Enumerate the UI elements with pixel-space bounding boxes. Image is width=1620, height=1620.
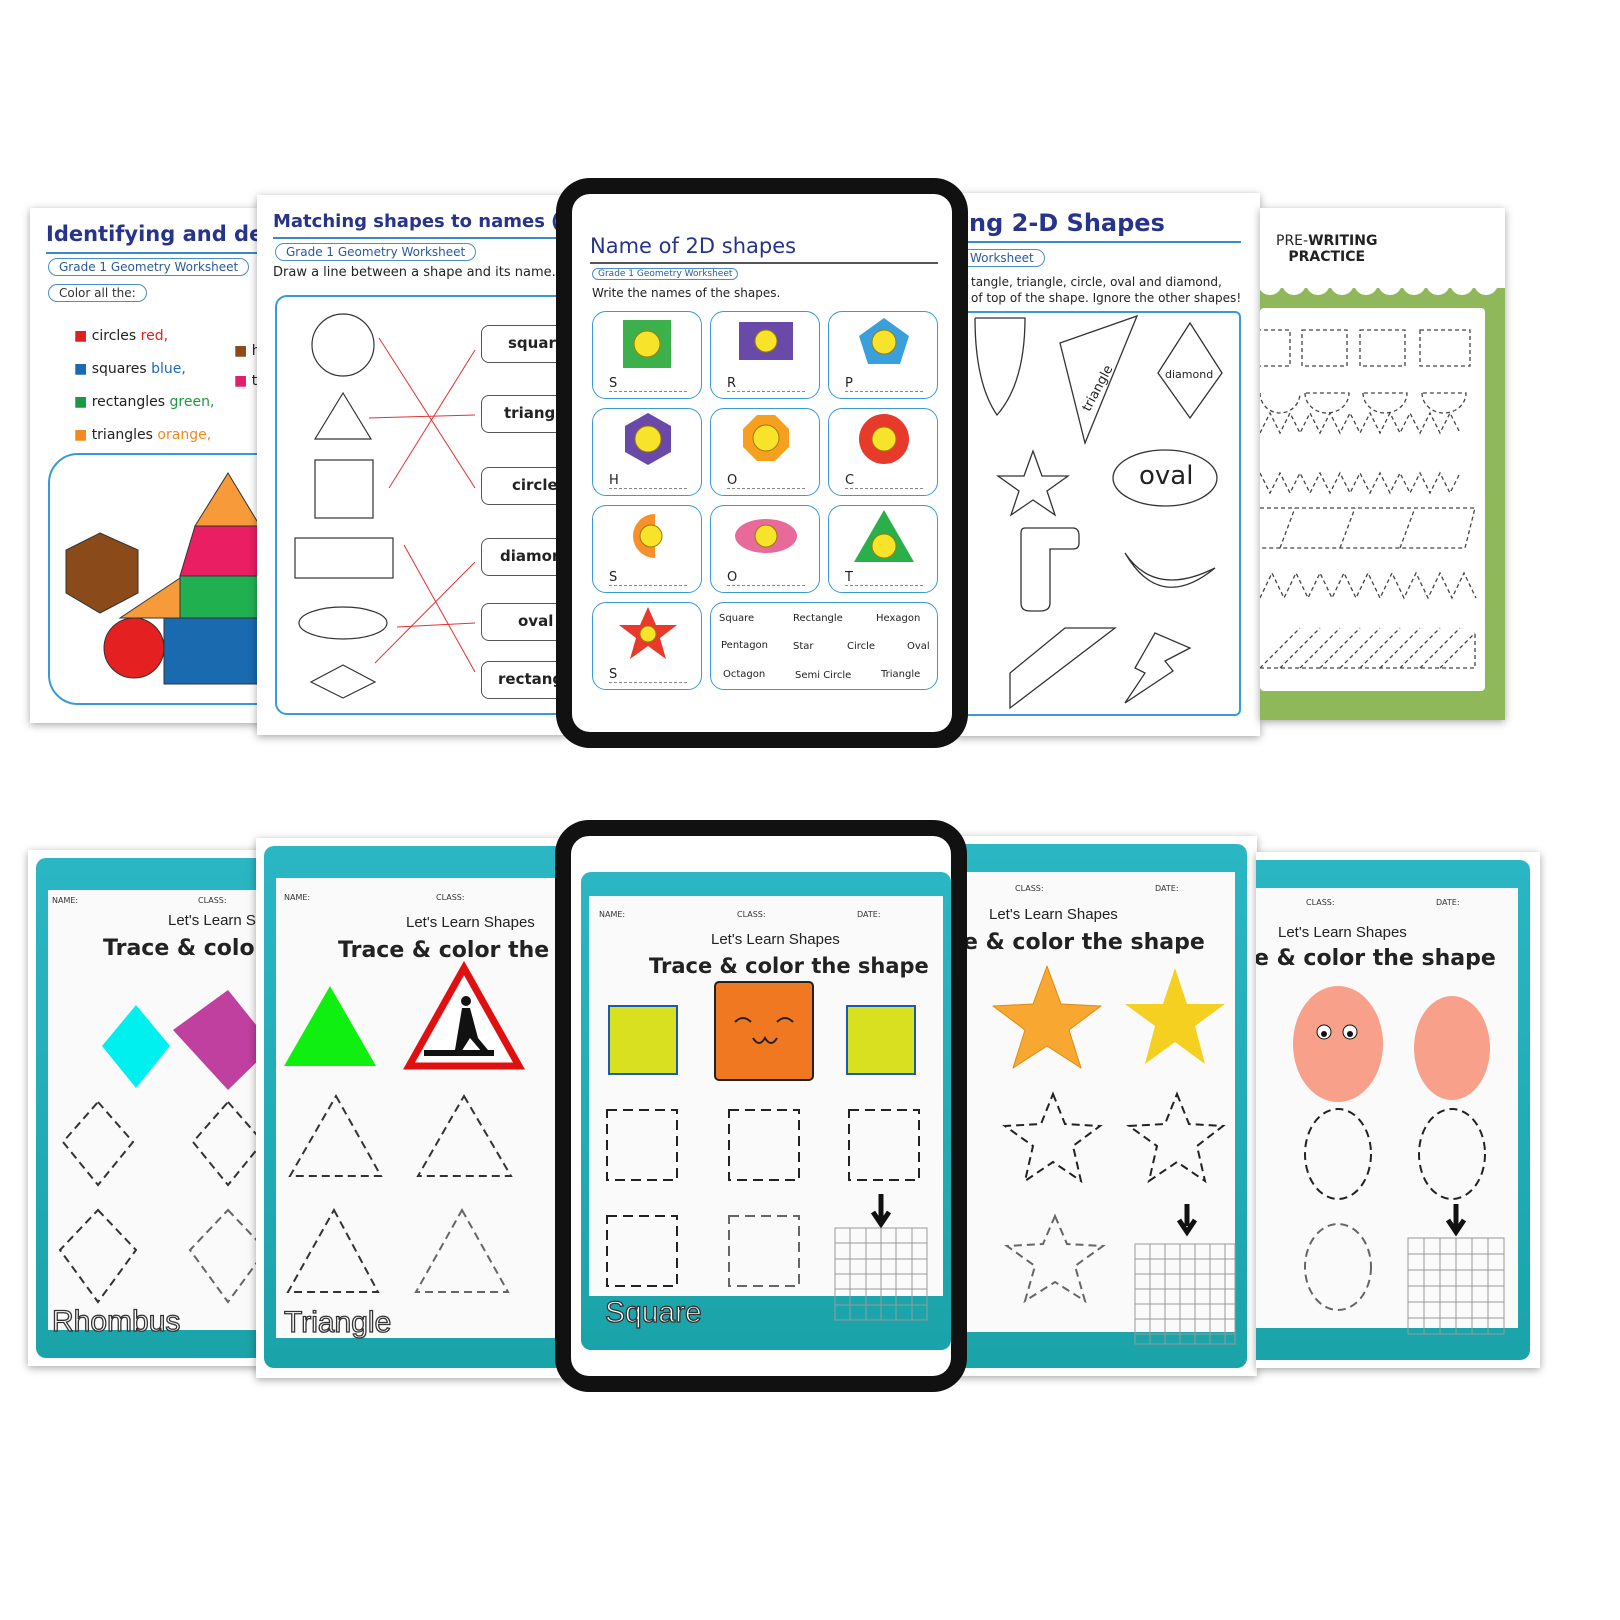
- shape-label: Triangle: [283, 1305, 392, 1339]
- instruction: Write the names of the shapes.: [592, 286, 781, 300]
- matching-shapes: [294, 313, 476, 699]
- worksheet-triangle: NAME: CLASS: Let's Learn Shapes Trace & …: [256, 838, 566, 1378]
- worksheet-identifying-shapes: Identifying and describ Grade 1 Geometry…: [30, 208, 280, 723]
- worksheet-identifying-2d-shapes: ng 2-D Shapes Worksheet tangle, triangle…: [955, 193, 1260, 736]
- tracing-patterns: [1260, 329, 1477, 669]
- shape-collage: [65, 472, 265, 685]
- shape-label: Square: [604, 1295, 702, 1329]
- oval-label: oval: [1139, 461, 1194, 491]
- worksheet-rhombus: NAME: CLASS: Let's Learn Sha Trace & col…: [28, 850, 278, 1366]
- triangle-shapes: [284, 960, 525, 1293]
- worksheet-matching-shapes: Matching shapes to names (2- Dim Grade 1…: [257, 195, 567, 735]
- diamond-label: diamond: [1165, 368, 1214, 381]
- star-shapes: [992, 965, 1236, 1345]
- mixed-shapes: [974, 314, 1223, 710]
- tablet-name-2d-shapes: Name of 2D shapes Grade 1 Geometry Works…: [556, 178, 968, 748]
- rhombus-shapes: [58, 990, 273, 1304]
- worksheet-title: PRE-WRITING PRACTICE: [1276, 233, 1378, 265]
- worksheet-title: Name of 2D shapes: [590, 234, 797, 258]
- worksheet-pre-writing: PRE-WRITING PRACTICE: [1260, 208, 1505, 720]
- tablet-square-worksheet: NAME: CLASS: DATE: Let's Learn Shapes Tr…: [555, 820, 967, 1392]
- square-shapes: [606, 981, 928, 1321]
- oval-shapes: [1293, 986, 1505, 1335]
- grade-pill: Grade 1 Geometry Worksheet: [592, 268, 739, 280]
- worksheet-star: CLASS: DATE: Let's Learn Shapes e & colo…: [955, 836, 1257, 1376]
- word-bank: Square Rectangle Hexagon Pentagon Star C…: [710, 602, 938, 690]
- shape-label: Rhombus: [51, 1304, 181, 1338]
- worksheet-oval: CLASS: DATE: Let's Learn Shapes e & colo…: [1256, 852, 1540, 1368]
